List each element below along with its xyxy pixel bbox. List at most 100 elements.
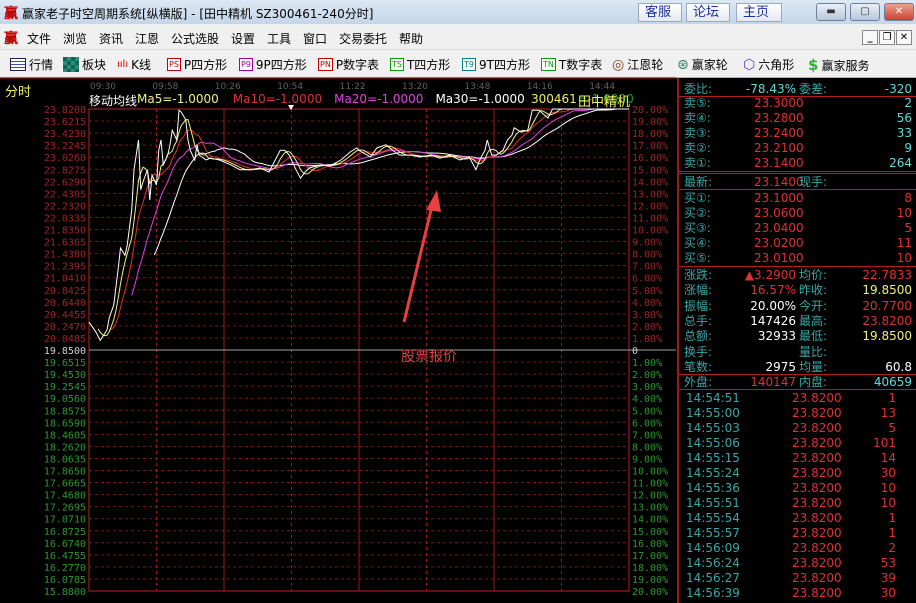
annotation-arrow bbox=[402, 205, 434, 323]
quote-field: 56 bbox=[896, 111, 912, 125]
quote-field: 卖②: bbox=[684, 141, 711, 155]
annotation-text: 股票报价 bbox=[401, 349, 457, 365]
quote-field: 卖④: bbox=[684, 111, 711, 125]
quote-field: 23.8200 bbox=[792, 406, 842, 420]
mode-label[interactable]: 分时 bbox=[5, 81, 31, 100]
quote-field: 14:55:24 bbox=[686, 466, 740, 480]
forum-button[interactable]: 论坛 bbox=[686, 3, 730, 22]
homepage-button[interactable]: 主页 bbox=[736, 3, 782, 22]
quote-field: 19.8500 bbox=[862, 329, 912, 344]
y-tick-label: 16.6740 bbox=[44, 539, 86, 550]
pct-tick-label: 19.00% bbox=[632, 575, 668, 586]
pct-tick-label: 20.00% bbox=[632, 105, 668, 116]
quote-field: 20.00% bbox=[750, 298, 796, 313]
pct-tick-label: 19.00% bbox=[632, 117, 668, 128]
stock-code: 300461 bbox=[531, 92, 577, 106]
legend-ma20: Ma20=-1.0000 bbox=[334, 92, 424, 106]
pct-tick-label: 7.00% bbox=[632, 430, 662, 441]
ma10-line bbox=[109, 108, 629, 331]
intraday-chart[interactable]: 09:30 09:58 10:26 10:54 11:22 13:20 13:48 14:16… bbox=[0, 0, 676, 603]
quote-field: 101 bbox=[873, 436, 896, 450]
pct-tick-label: 5.00% bbox=[632, 406, 662, 417]
tick-row: 14:55:06 23.8200 101 bbox=[679, 436, 916, 451]
indicator-name: 移动均线 bbox=[89, 94, 138, 108]
buy-level-row: 买③: 23.0400 5 bbox=[679, 221, 916, 236]
stat-row: 笔数: 2975 均量: 60.8 bbox=[679, 360, 916, 375]
quote-field: 14:56:09 bbox=[686, 541, 740, 555]
divider bbox=[679, 389, 916, 390]
divider bbox=[679, 189, 916, 190]
quote-field: 最高: bbox=[799, 313, 828, 328]
quote-field: 23.8200 bbox=[792, 526, 842, 540]
pct-tick-label: 14.00% bbox=[632, 177, 668, 188]
pct-tick-label: 8.00% bbox=[632, 442, 662, 453]
maximize-button[interactable]: ▢ bbox=[850, 3, 880, 21]
tool-service[interactable]: $ 赢家服务 bbox=[808, 56, 869, 74]
quote-field: 23.1400 bbox=[754, 175, 804, 189]
quote-panel: 委比: -78.43% 委差: -320 卖⑤: 23.3000 2 卖④: 23.2800 56… bbox=[677, 78, 916, 603]
quote-field: 5 bbox=[904, 221, 912, 235]
x-tick-label: 14:16 bbox=[527, 82, 553, 92]
x-tick-label: 09:58 bbox=[152, 82, 178, 92]
outer-inner-row: 外盘: 140147 内盘: 40659 bbox=[679, 375, 916, 390]
legend-ma10: Ma10=-1.0000 bbox=[232, 92, 323, 106]
quote-field: 2 bbox=[904, 96, 912, 110]
sell-level-row: 卖①: 23.1400 264 bbox=[679, 156, 916, 171]
pct-tick-label: 5.00% bbox=[632, 286, 662, 297]
sell-level-row: 卖④: 23.2800 56 bbox=[679, 111, 916, 126]
tool-winner-wheel[interactable]: ⊛ 赢家轮 bbox=[677, 56, 728, 73]
quote-field: 14:54:51 bbox=[686, 391, 740, 405]
quote-field: 14:55:15 bbox=[686, 451, 740, 465]
y-tick-label: 20.8425 bbox=[44, 286, 86, 297]
y-tick-label: 20.0485 bbox=[44, 334, 86, 345]
tool-hexagon[interactable]: ⬡ 六角形 bbox=[743, 56, 794, 73]
quote-field: 22.7833 bbox=[862, 268, 912, 282]
pct-tick-label: 4.00% bbox=[632, 394, 662, 405]
quote-field: 内盘: bbox=[799, 375, 828, 389]
pct-tick-label: 13.00% bbox=[632, 503, 668, 514]
pct-tick-label: 18.00% bbox=[632, 129, 668, 140]
tick-row: 14:55:00 23.8200 13 bbox=[679, 406, 916, 421]
pct-tick-label: 15.00% bbox=[632, 527, 668, 538]
legend-ma30: Ma30=-1.0000 bbox=[435, 92, 525, 106]
pct-tick-label: 9.00% bbox=[632, 454, 662, 465]
y-tick-label: 23.8200 bbox=[44, 105, 86, 116]
quote-field: 20.7700 bbox=[862, 298, 912, 313]
x-tick-label: 10:26 bbox=[215, 82, 241, 92]
quote-field: 30 bbox=[880, 466, 896, 480]
mdi-close-button[interactable]: ✕ bbox=[896, 30, 912, 45]
quote-field: 60.8 bbox=[885, 359, 912, 374]
quote-field: 14:56:24 bbox=[686, 556, 740, 570]
quote-field: 14:55:54 bbox=[686, 511, 740, 525]
quote-field: 23.8200 bbox=[862, 313, 912, 328]
quote-field: 外盘: bbox=[684, 375, 713, 389]
tick-row: 14:55:57 23.8200 1 bbox=[679, 526, 916, 541]
buy-level-row: 买①: 23.1000 8 bbox=[679, 191, 916, 206]
quote-field: 14:55:57 bbox=[686, 526, 740, 540]
y-tick-label: 17.4680 bbox=[44, 491, 86, 502]
quote-field: ▲3.2900 bbox=[744, 268, 796, 282]
mdi-minimize-button[interactable]: _ bbox=[862, 30, 878, 45]
pct-tick-label: 1.00% bbox=[632, 334, 662, 345]
quote-field: 264 bbox=[889, 156, 912, 170]
quote-field: 9 bbox=[904, 141, 912, 155]
minimize-button[interactable]: ▬ bbox=[816, 3, 846, 21]
quote-field: 23.1400 bbox=[754, 156, 804, 170]
y-tick-label: 18.8575 bbox=[44, 406, 86, 417]
pct-tick-label: 3.00% bbox=[632, 382, 662, 393]
close-button[interactable]: ✕ bbox=[884, 3, 914, 21]
tick-row: 14:55:24 23.8200 30 bbox=[679, 466, 916, 481]
y-tick-label: 20.2470 bbox=[44, 322, 86, 333]
mdi-restore-button[interactable]: ❐ bbox=[879, 30, 895, 45]
tick-row: 14:55:54 23.8200 1 bbox=[679, 511, 916, 526]
quote-field: 13 bbox=[880, 406, 896, 420]
pct-tick-label: 15.00% bbox=[632, 165, 668, 176]
buy-level-row: 买②: 23.0600 10 bbox=[679, 206, 916, 221]
pct-tick-label: 17.00% bbox=[632, 141, 668, 152]
stat-row: 涨跌: ▲3.2900 均价: 22.7833 bbox=[679, 268, 916, 283]
quote-field: 14:55:06 bbox=[686, 436, 740, 450]
quote-field: 2 bbox=[888, 541, 896, 555]
quote-field: 14:56:27 bbox=[686, 571, 740, 585]
quote-field: 14:55:36 bbox=[686, 481, 740, 495]
quote-field: 23.3000 bbox=[754, 96, 804, 110]
